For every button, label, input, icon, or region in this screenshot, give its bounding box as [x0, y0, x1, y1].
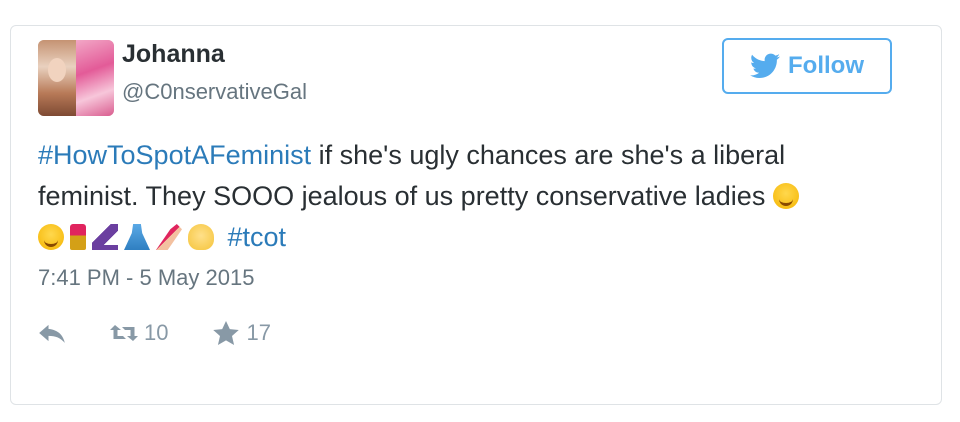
dress-emoji — [124, 224, 150, 250]
lipstick-emoji — [70, 224, 86, 250]
follow-label: Follow — [788, 52, 864, 79]
retweet-count: 10 — [144, 320, 169, 345]
follow-button[interactable]: Follow — [722, 38, 892, 94]
smile-emoji — [38, 224, 64, 250]
favorite-count: 17 — [246, 320, 271, 345]
retweet-icon — [110, 325, 138, 341]
star-icon — [213, 321, 240, 345]
twitter-bird-icon — [750, 53, 780, 78]
high-heel-emoji — [92, 224, 118, 250]
reply-button[interactable] — [38, 321, 66, 345]
avatar[interactable] — [38, 40, 114, 116]
author-name[interactable]: Johanna — [122, 40, 225, 69]
tweet-actions: 10 17 — [38, 318, 315, 348]
hashtag-link[interactable]: #tcot — [228, 222, 287, 252]
tweet-timestamp[interactable]: 7:41 PM - 5 May 2015 — [38, 265, 254, 291]
favorite-button[interactable]: 17 — [212, 320, 271, 346]
winking-face-emoji — [772, 183, 799, 209]
avatar-face — [48, 58, 66, 82]
retweet-button[interactable]: 10 — [110, 320, 168, 346]
reply-icon — [39, 324, 65, 343]
author-handle[interactable]: @C0nservativeGal — [122, 79, 307, 105]
tweet-text: #HowToSpotAFeminist if she's ugly chance… — [38, 135, 898, 258]
raising-hands-emoji — [188, 224, 214, 250]
tweet-text-line1: if she's ugly chances are she's a libera… — [311, 140, 786, 170]
hashtag-link[interactable]: #HowToSpotAFeminist — [38, 140, 311, 170]
nail-polish-emoji — [156, 224, 182, 250]
avatar-photo-right — [76, 40, 114, 116]
tweet-text-line2: feminist. They SOOO jealous of us pretty… — [38, 181, 766, 211]
